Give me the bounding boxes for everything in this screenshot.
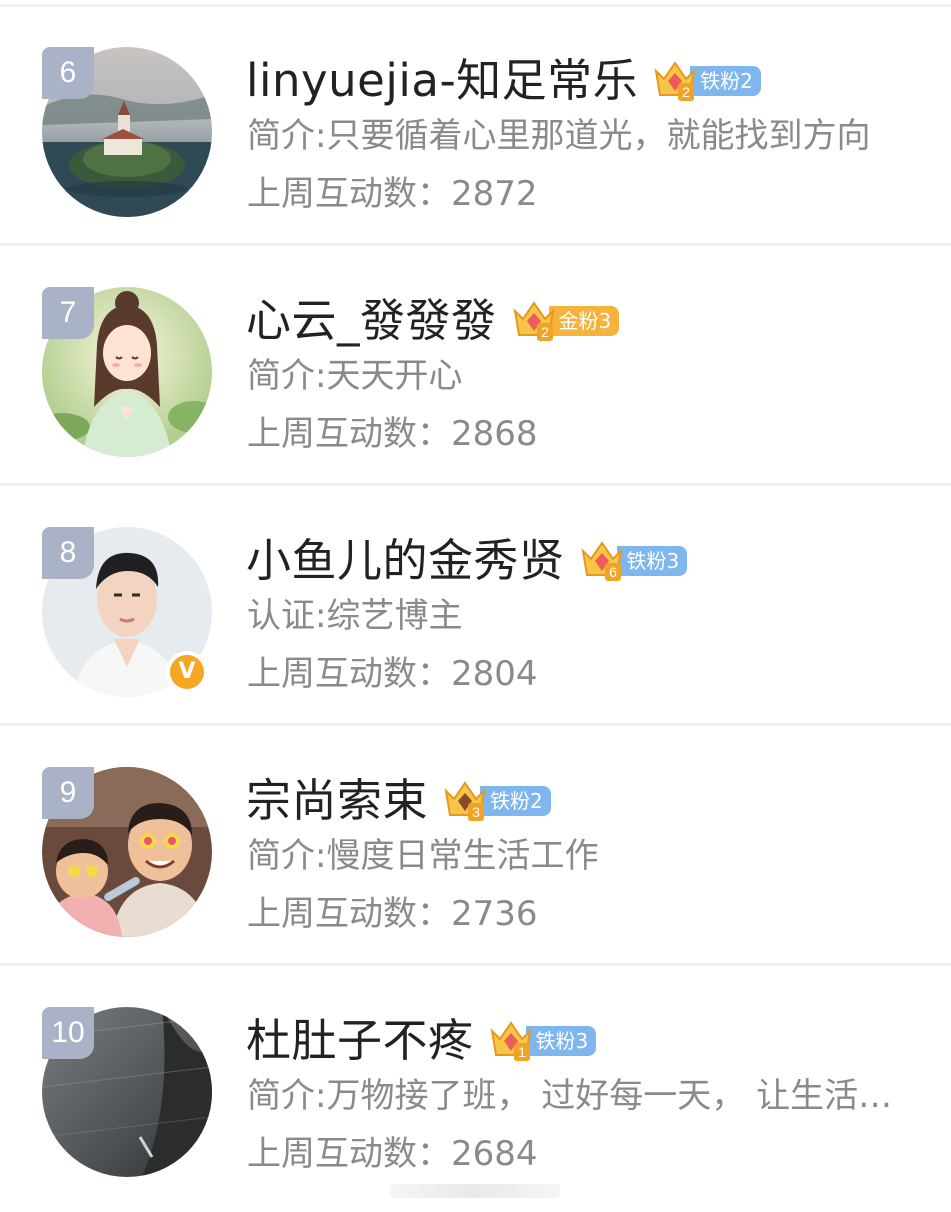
- name-line: 宗尚索束 3 铁粉2: [246, 771, 551, 831]
- user-name[interactable]: 宗尚索束: [246, 771, 428, 831]
- user-name[interactable]: 杜肚子不疼: [246, 1011, 474, 1071]
- fan-level-label: 铁粉3: [525, 1026, 597, 1056]
- watermark-strip: [390, 1184, 560, 1198]
- rank-badge: 10: [42, 1007, 94, 1059]
- fan-ranking-list: 6 linyuejia-知足常乐 2 铁粉2 简介:只要循着心里那道光，就能找到…: [0, 0, 951, 1212]
- crown-icon: 2: [652, 59, 698, 103]
- weekly-interaction-count: 上周互动数：2868: [247, 414, 538, 454]
- avatar-container: 7: [42, 287, 212, 457]
- user-certification: 认证:综艺博主: [247, 596, 463, 636]
- ranking-row[interactable]: 7 心云_發發發 2 金粉3 简介:天天开心 上周互动数：2868: [0, 243, 951, 486]
- user-intro: 简介:只要循着心里那道光，就能找到方向: [247, 116, 871, 156]
- avatar-container: 8 V: [42, 527, 212, 697]
- ranking-row[interactable]: 9 宗尚索束 3 铁粉2 简介:慢度日常生活工作 上周互动数：2736: [0, 723, 951, 966]
- crown-icon: 1: [488, 1019, 534, 1063]
- svg-text:2: 2: [682, 84, 690, 100]
- rank-badge: 8: [42, 527, 94, 579]
- fan-level-label: 金粉3: [548, 306, 620, 336]
- weekly-interaction-count: 上周互动数：2804: [247, 654, 538, 694]
- svg-text:3: 3: [472, 804, 480, 820]
- name-line: 小鱼儿的金秀贤 6 铁粉3: [246, 531, 688, 591]
- weekly-interaction-count: 上周互动数：2736: [247, 894, 538, 934]
- name-line: 杜肚子不疼 1 铁粉3: [246, 1011, 597, 1071]
- verified-badge-icon: V: [166, 651, 208, 693]
- user-intro: 简介:万物接了班， 过好每一天， 让生活…: [247, 1076, 893, 1116]
- rank-badge: 7: [42, 287, 94, 339]
- fan-badge: 3 铁粉2: [442, 781, 551, 821]
- weekly-interaction-count: 上周互动数：2872: [247, 174, 538, 214]
- ranking-row[interactable]: 10 杜肚子不疼 1 铁粉3 简介:万物接了班， 过好每一天， 让生活… 上周互…: [0, 963, 951, 1203]
- avatar-container: 10: [42, 1007, 212, 1177]
- crown-icon: 3: [442, 779, 488, 823]
- weekly-interaction-count: 上周互动数：2684: [247, 1134, 538, 1174]
- svg-text:1: 1: [518, 1044, 526, 1060]
- rank-badge: 6: [42, 47, 94, 99]
- user-name[interactable]: 心云_發發發: [246, 291, 497, 351]
- fan-badge: 1 铁粉3: [488, 1021, 597, 1061]
- ranking-row[interactable]: 6 linyuejia-知足常乐 2 铁粉2 简介:只要循着心里那道光，就能找到…: [0, 3, 951, 246]
- svg-text:2: 2: [541, 324, 549, 340]
- fan-level-label: 铁粉2: [480, 786, 551, 816]
- fan-badge: 6 铁粉3: [579, 541, 688, 581]
- user-name[interactable]: linyuejia-知足常乐: [246, 51, 638, 111]
- crown-icon: 6: [579, 539, 625, 583]
- fan-badge: 2 铁粉2: [652, 61, 761, 101]
- fan-level-label: 铁粉3: [616, 546, 688, 576]
- name-line: linyuejia-知足常乐 2 铁粉2: [246, 51, 761, 111]
- fan-level-label: 铁粉2: [690, 66, 761, 96]
- user-intro: 简介:天天开心: [247, 356, 463, 396]
- user-intro: 简介:慢度日常生活工作: [247, 836, 599, 876]
- fan-badge: 2 金粉3: [511, 301, 620, 341]
- svg-text:6: 6: [609, 564, 617, 580]
- avatar-container: 9: [42, 767, 212, 937]
- avatar-container: 6: [42, 47, 212, 217]
- name-line: 心云_發發發 2 金粉3: [246, 291, 620, 351]
- crown-icon: 2: [511, 299, 557, 343]
- rank-badge: 9: [42, 767, 94, 819]
- user-name[interactable]: 小鱼儿的金秀贤: [246, 531, 565, 591]
- ranking-row[interactable]: 8 V 小鱼儿的金秀贤 6 铁粉3 认证:综艺博主 上周互动数：2804: [0, 483, 951, 726]
